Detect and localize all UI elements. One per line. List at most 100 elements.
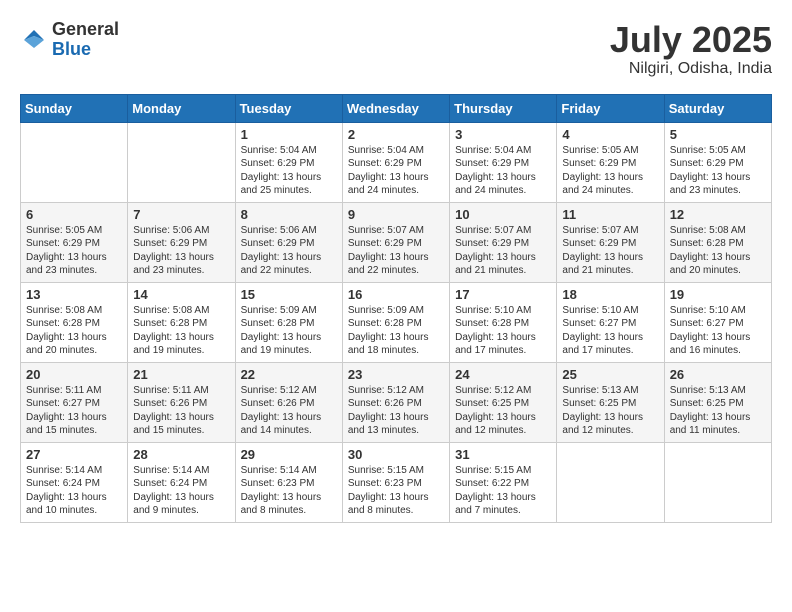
calendar-cell: 4 Sunrise: 5:05 AM Sunset: 6:29 PM Daylig… (557, 122, 664, 202)
calendar-week-row: 27 Sunrise: 5:14 AM Sunset: 6:24 PM Dayli… (21, 442, 772, 522)
calendar-cell: 11Sunrise: 5:07 AM Sunset: 6:29 PM Dayli… (557, 202, 664, 282)
day-number: 22 (241, 367, 337, 382)
day-number: 13 (26, 287, 122, 302)
calendar-cell: 25 Sunrise: 5:13 AM Sunset: 6:25 PM Dayli… (557, 362, 664, 442)
calendar-cell: 20 Sunrise: 5:11 AM Sunset: 6:27 PM Dayli… (21, 362, 128, 442)
day-number: 20 (26, 367, 122, 382)
day-info: Sunrise: 5:06 AM Sunset: 6:29 PM Dayligh… (241, 224, 337, 278)
calendar-cell: 26Sunrise: 5:13 AM Sunset: 6:25 PM Dayli… (664, 362, 771, 442)
day-number: 4 (562, 127, 658, 142)
logo-blue-text: Blue (52, 40, 119, 60)
day-info: Sunrise: 5:11 AM Sunset: 6:27 PM Dayligh… (26, 384, 122, 438)
day-of-week-header: Sunday (21, 94, 128, 122)
day-number: 25 (562, 367, 658, 382)
calendar-cell: 15 Sunrise: 5:09 AM Sunset: 6:28 PM Dayli… (235, 282, 342, 362)
day-number: 6 (26, 207, 122, 222)
calendar-cell: 3Sunrise: 5:04 AM Sunset: 6:29 PM Daylig… (450, 122, 557, 202)
day-number: 12 (670, 207, 766, 222)
day-info: Sunrise: 5:05 AM Sunset: 6:29 PM Dayligh… (26, 224, 122, 278)
day-number: 11 (562, 207, 658, 222)
calendar-cell: 16 Sunrise: 5:09 AM Sunset: 6:28 PM Dayli… (342, 282, 449, 362)
day-of-week-header: Friday (557, 94, 664, 122)
day-number: 5 (670, 127, 766, 142)
calendar-cell: 24Sunrise: 5:12 AM Sunset: 6:25 PM Dayli… (450, 362, 557, 442)
day-number: 10 (455, 207, 551, 222)
day-number: 31 (455, 447, 551, 462)
day-info: Sunrise: 5:12 AM Sunset: 6:26 PM Dayligh… (348, 384, 444, 438)
calendar-cell: 22 Sunrise: 5:12 AM Sunset: 6:26 PM Dayli… (235, 362, 342, 442)
day-number: 3 (455, 127, 551, 142)
calendar-cell: 31 Sunrise: 5:15 AM Sunset: 6:22 PM Dayli… (450, 442, 557, 522)
day-info: Sunrise: 5:12 AM Sunset: 6:26 PM Dayligh… (241, 384, 337, 438)
day-number: 23 (348, 367, 444, 382)
day-number: 2 (348, 127, 444, 142)
calendar-cell: 13 Sunrise: 5:08 AM Sunset: 6:28 PM Dayli… (21, 282, 128, 362)
calendar-week-row: 20 Sunrise: 5:11 AM Sunset: 6:27 PM Dayli… (21, 362, 772, 442)
logo-text: General Blue (52, 20, 119, 60)
calendar-cell: 19Sunrise: 5:10 AM Sunset: 6:27 PM Dayli… (664, 282, 771, 362)
day-number: 15 (241, 287, 337, 302)
page-header: General Blue July 2025 Nilgiri, Odisha, … (20, 20, 772, 78)
calendar-cell: 2 Sunrise: 5:04 AM Sunset: 6:29 PM Daylig… (342, 122, 449, 202)
calendar-cell: 9 Sunrise: 5:07 AM Sunset: 6:29 PM Daylig… (342, 202, 449, 282)
day-info: Sunrise: 5:04 AM Sunset: 6:29 PM Dayligh… (348, 144, 444, 198)
calendar-header-row: SundayMondayTuesdayWednesdayThursdayFrid… (21, 94, 772, 122)
title-block: July 2025 Nilgiri, Odisha, India (610, 20, 772, 78)
day-number: 29 (241, 447, 337, 462)
location-title: Nilgiri, Odisha, India (610, 60, 772, 78)
day-info: Sunrise: 5:13 AM Sunset: 6:25 PM Dayligh… (562, 384, 658, 438)
day-number: 14 (133, 287, 229, 302)
day-number: 27 (26, 447, 122, 462)
day-info: Sunrise: 5:09 AM Sunset: 6:28 PM Dayligh… (348, 304, 444, 358)
calendar-cell: 10Sunrise: 5:07 AM Sunset: 6:29 PM Dayli… (450, 202, 557, 282)
logo-icon (20, 26, 48, 54)
day-info: Sunrise: 5:10 AM Sunset: 6:27 PM Dayligh… (670, 304, 766, 358)
day-number: 30 (348, 447, 444, 462)
calendar-cell: 7Sunrise: 5:06 AM Sunset: 6:29 PM Daylig… (128, 202, 235, 282)
day-info: Sunrise: 5:14 AM Sunset: 6:23 PM Dayligh… (241, 464, 337, 518)
calendar-cell: 18Sunrise: 5:10 AM Sunset: 6:27 PM Dayli… (557, 282, 664, 362)
day-of-week-header: Thursday (450, 94, 557, 122)
day-info: Sunrise: 5:06 AM Sunset: 6:29 PM Dayligh… (133, 224, 229, 278)
day-number: 28 (133, 447, 229, 462)
month-year-title: July 2025 (610, 20, 772, 60)
calendar-cell (128, 122, 235, 202)
day-number: 16 (348, 287, 444, 302)
calendar-cell: 23 Sunrise: 5:12 AM Sunset: 6:26 PM Dayli… (342, 362, 449, 442)
day-info: Sunrise: 5:14 AM Sunset: 6:24 PM Dayligh… (26, 464, 122, 518)
day-info: Sunrise: 5:04 AM Sunset: 6:29 PM Dayligh… (241, 144, 337, 198)
day-number: 26 (670, 367, 766, 382)
calendar-cell: 27 Sunrise: 5:14 AM Sunset: 6:24 PM Dayli… (21, 442, 128, 522)
calendar-cell: 14 Sunrise: 5:08 AM Sunset: 6:28 PM Dayli… (128, 282, 235, 362)
day-info: Sunrise: 5:10 AM Sunset: 6:28 PM Dayligh… (455, 304, 551, 358)
calendar-cell: 12Sunrise: 5:08 AM Sunset: 6:28 PM Dayli… (664, 202, 771, 282)
day-info: Sunrise: 5:15 AM Sunset: 6:23 PM Dayligh… (348, 464, 444, 518)
calendar-week-row: 1Sunrise: 5:04 AM Sunset: 6:29 PM Daylig… (21, 122, 772, 202)
day-info: Sunrise: 5:05 AM Sunset: 6:29 PM Dayligh… (562, 144, 658, 198)
day-info: Sunrise: 5:11 AM Sunset: 6:26 PM Dayligh… (133, 384, 229, 438)
calendar-cell: 5 Sunrise: 5:05 AM Sunset: 6:29 PM Daylig… (664, 122, 771, 202)
calendar-cell (21, 122, 128, 202)
calendar-cell (557, 442, 664, 522)
day-info: Sunrise: 5:05 AM Sunset: 6:29 PM Dayligh… (670, 144, 766, 198)
day-info: Sunrise: 5:15 AM Sunset: 6:22 PM Dayligh… (455, 464, 551, 518)
day-info: Sunrise: 5:08 AM Sunset: 6:28 PM Dayligh… (133, 304, 229, 358)
calendar-cell: 17 Sunrise: 5:10 AM Sunset: 6:28 PM Dayli… (450, 282, 557, 362)
day-number: 9 (348, 207, 444, 222)
day-info: Sunrise: 5:07 AM Sunset: 6:29 PM Dayligh… (348, 224, 444, 278)
day-of-week-header: Tuesday (235, 94, 342, 122)
calendar-cell: 28Sunrise: 5:14 AM Sunset: 6:24 PM Dayli… (128, 442, 235, 522)
calendar-cell: 30 Sunrise: 5:15 AM Sunset: 6:23 PM Dayli… (342, 442, 449, 522)
day-number: 8 (241, 207, 337, 222)
calendar-table: SundayMondayTuesdayWednesdayThursdayFrid… (20, 94, 772, 523)
day-info: Sunrise: 5:08 AM Sunset: 6:28 PM Dayligh… (26, 304, 122, 358)
day-info: Sunrise: 5:09 AM Sunset: 6:28 PM Dayligh… (241, 304, 337, 358)
day-of-week-header: Saturday (664, 94, 771, 122)
logo-general-text: General (52, 20, 119, 40)
day-number: 17 (455, 287, 551, 302)
day-number: 24 (455, 367, 551, 382)
day-info: Sunrise: 5:10 AM Sunset: 6:27 PM Dayligh… (562, 304, 658, 358)
calendar-cell: 6 Sunrise: 5:05 AM Sunset: 6:29 PM Daylig… (21, 202, 128, 282)
day-number: 21 (133, 367, 229, 382)
day-of-week-header: Monday (128, 94, 235, 122)
